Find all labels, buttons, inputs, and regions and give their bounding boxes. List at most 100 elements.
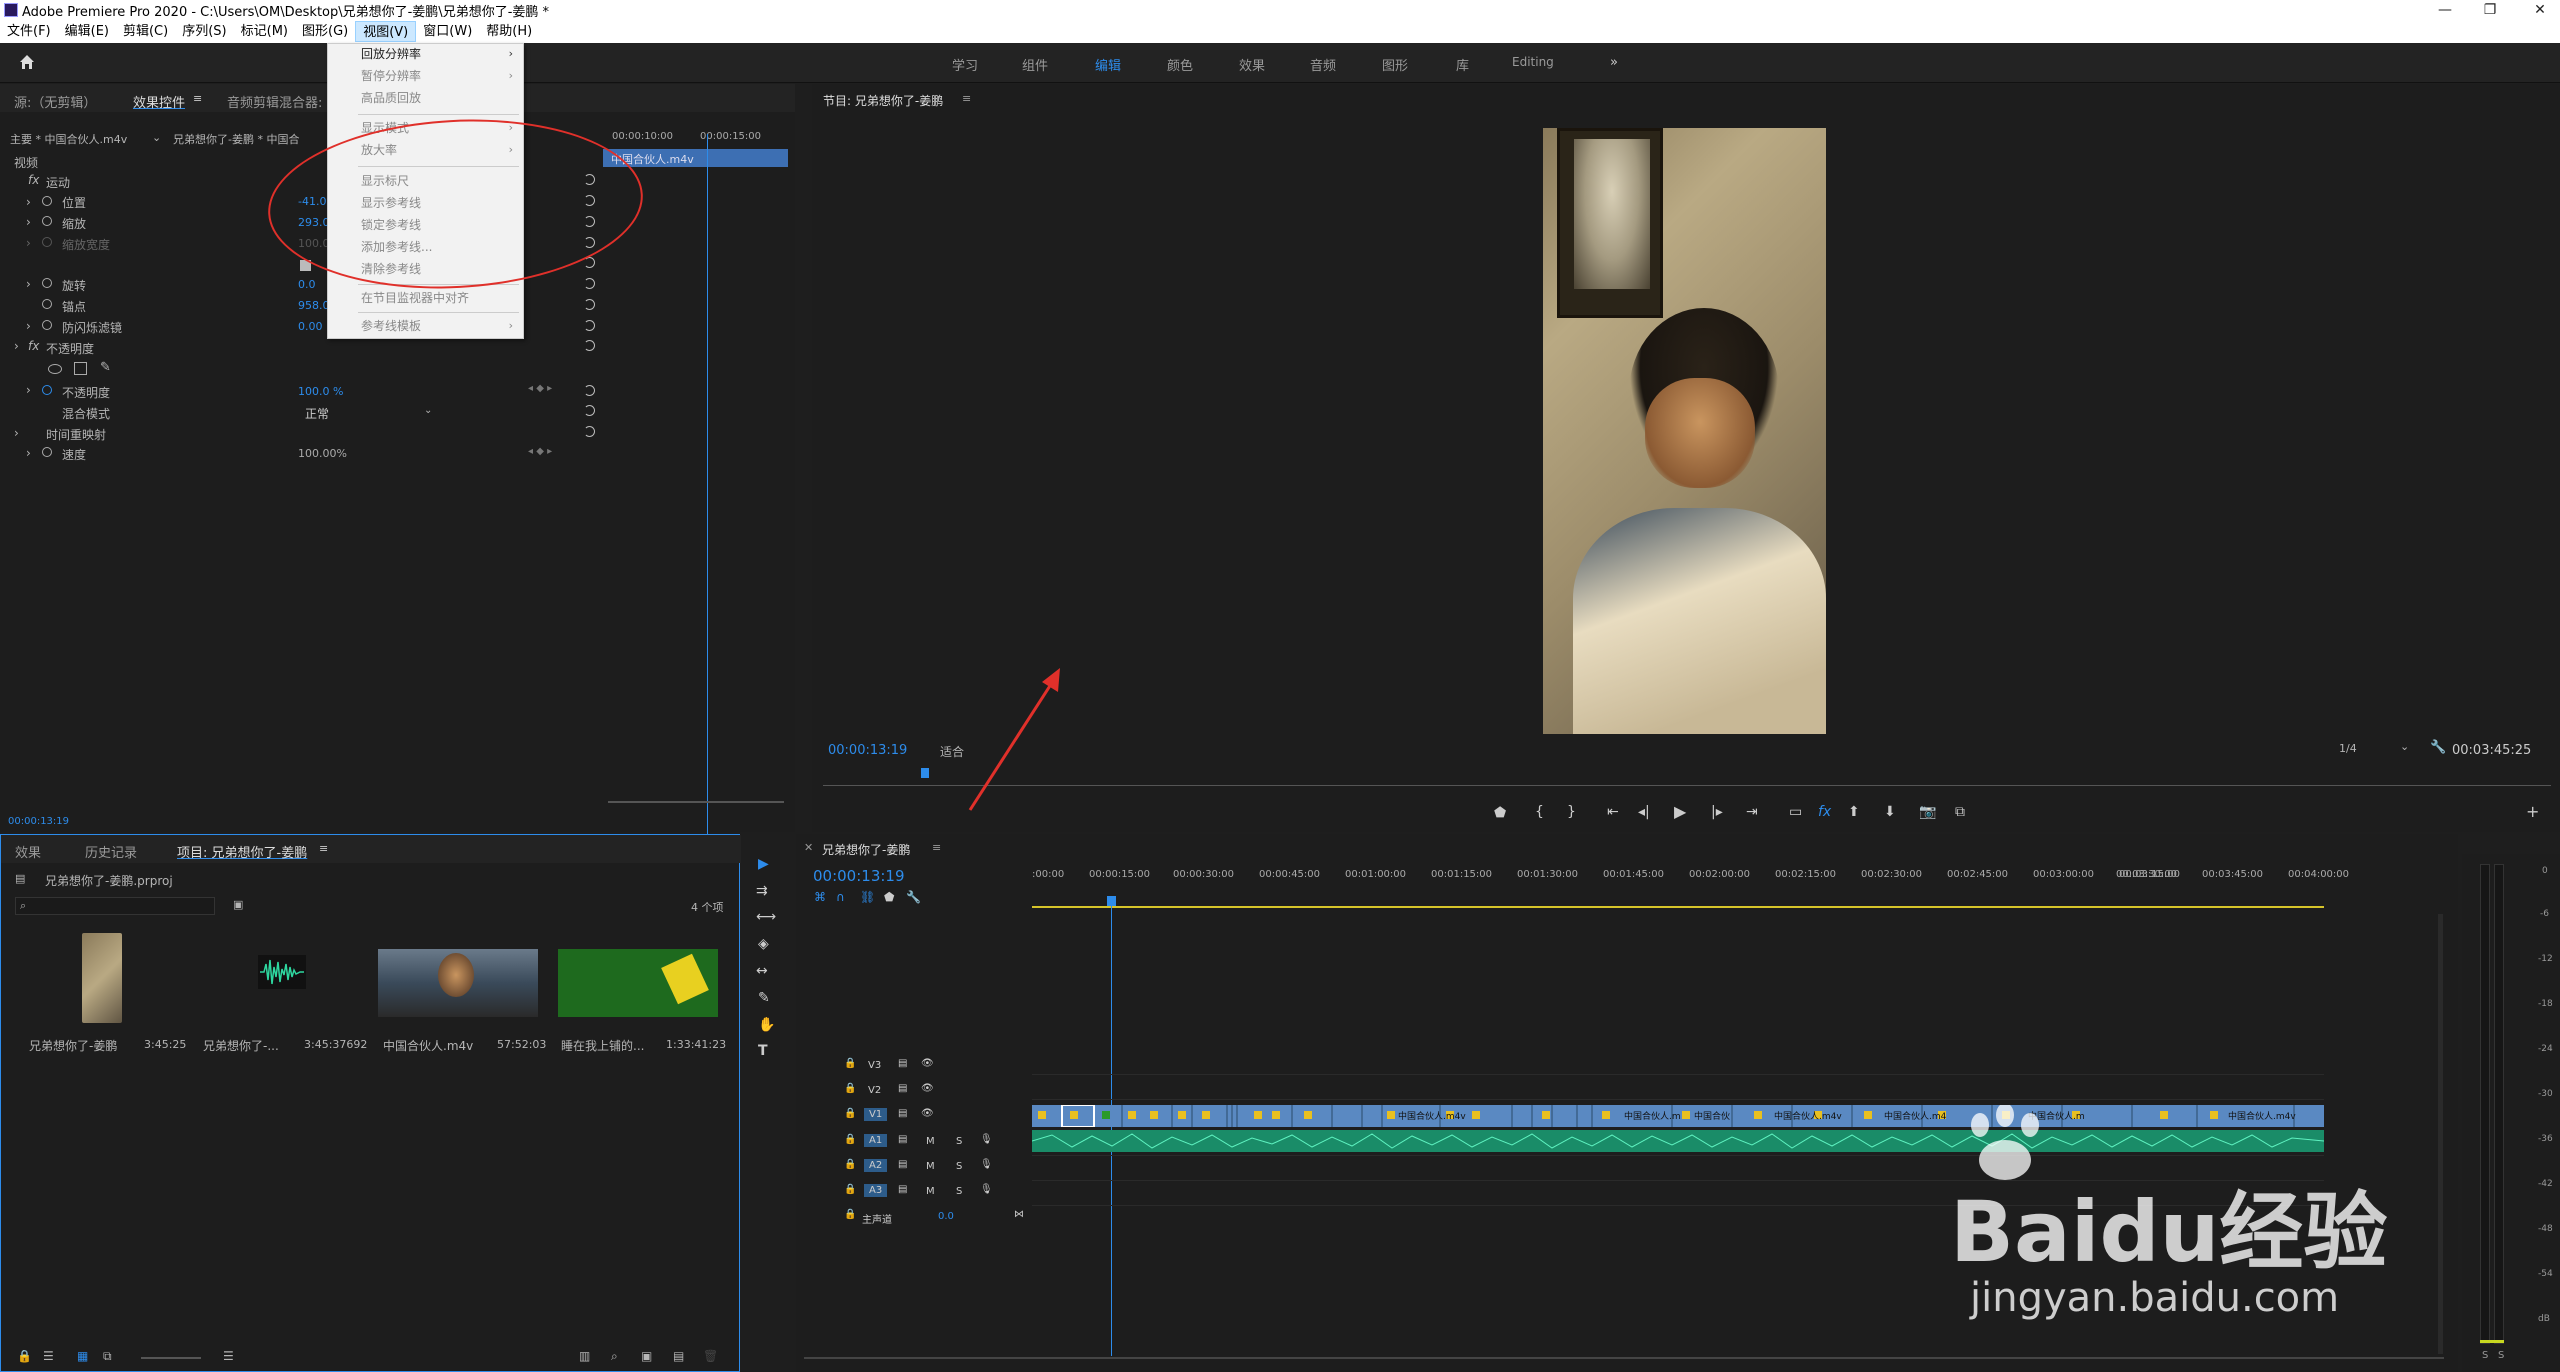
menu-item-paused-resolution[interactable]: 暂停分辨率 bbox=[361, 66, 421, 86]
eye-icon[interactable]: 👁 bbox=[921, 1083, 934, 1094]
solo-button[interactable]: S bbox=[956, 1161, 962, 1172]
fx-icon[interactable]: fx bbox=[28, 339, 39, 353]
freeform-view-icon[interactable]: ⧉ bbox=[103, 1349, 112, 1364]
icon-view-icon[interactable]: ▦ bbox=[77, 1349, 88, 1363]
workspace-color[interactable]: 颜色 bbox=[1167, 55, 1193, 74]
step-forward-icon[interactable]: |▸ bbox=[1711, 804, 1723, 820]
menu-item-high-quality[interactable]: 高品质回放 bbox=[361, 88, 421, 108]
lock-icon[interactable]: 🔒 bbox=[844, 1134, 856, 1145]
eye-icon[interactable]: 👁 bbox=[921, 1108, 934, 1119]
mark-in-icon[interactable]: { bbox=[1535, 804, 1544, 820]
menu-marker[interactable]: 标记(M) bbox=[234, 21, 295, 42]
collapse-icon[interactable]: ⋈ bbox=[1014, 1209, 1024, 1220]
add-marker-icon[interactable]: ⬟ bbox=[1494, 805, 1506, 821]
v1-clips[interactable]: 中国合伙人.m4v 中国合伙人.m 中国合伙 中国合伙人.m4v 中国合伙人.m… bbox=[1032, 1105, 2324, 1127]
lock-icon[interactable]: 🔒 bbox=[844, 1083, 856, 1094]
track-label-v2[interactable]: V2 bbox=[868, 1085, 881, 1096]
wrench-icon[interactable]: 🔧 bbox=[2430, 740, 2446, 755]
selection-tool-icon[interactable]: ▶ bbox=[758, 856, 769, 872]
menu-item-snap-in-program[interactable]: 在节目监视器中对齐 bbox=[361, 288, 469, 308]
reset-icon[interactable] bbox=[584, 278, 595, 289]
a1-audio-clip[interactable] bbox=[1032, 1130, 2324, 1152]
clip-bar[interactable]: 中国合伙人.m4v bbox=[603, 149, 788, 167]
automate-icon[interactable]: ▥ bbox=[579, 1349, 590, 1363]
linked-selection-icon[interactable]: ⛓ bbox=[860, 890, 875, 904]
stopwatch-icon[interactable] bbox=[42, 447, 52, 457]
panel-menu-icon[interactable]: ≡ bbox=[319, 842, 328, 855]
thumbnail-size-slider[interactable] bbox=[141, 1357, 201, 1359]
workspace-effects[interactable]: 效果 bbox=[1239, 55, 1265, 74]
step-back-icon[interactable]: ◂| bbox=[1638, 804, 1650, 820]
type-tool-icon[interactable]: T bbox=[758, 1043, 768, 1059]
safe-margins-icon[interactable]: ▭ bbox=[1789, 804, 1802, 820]
tab-project[interactable]: 项目: 兄弟想你了-姜鹏 bbox=[177, 842, 307, 861]
pen-tool-icon[interactable]: ✎ bbox=[758, 990, 770, 1006]
program-playhead[interactable] bbox=[921, 768, 929, 778]
mic-icon[interactable]: 🎙 bbox=[980, 1159, 993, 1170]
menu-sequence[interactable]: 序列(S) bbox=[175, 21, 233, 42]
time-ruler-right[interactable]: 00:03:30:00 00:03:45:00 00:04:00:00 bbox=[2116, 864, 2448, 894]
stopwatch-icon[interactable] bbox=[42, 278, 52, 288]
sync-lock-icon[interactable]: ▤ bbox=[898, 1159, 907, 1170]
reset-icon[interactable] bbox=[584, 340, 595, 351]
track-label-a3[interactable]: A3 bbox=[864, 1184, 888, 1197]
minimize-button[interactable]: — bbox=[2425, 0, 2465, 20]
camera-icon[interactable]: 📷 bbox=[1919, 804, 1936, 820]
new-bin-icon[interactable]: ▣ bbox=[233, 898, 243, 911]
timeline-hscroll[interactable] bbox=[804, 1357, 2444, 1359]
solo-left-button[interactable]: S bbox=[2482, 1350, 2488, 1361]
slip-tool-icon[interactable]: ↔ bbox=[756, 963, 768, 979]
list-view-icon[interactable]: ☰ bbox=[43, 1349, 54, 1363]
rect-mask-icon[interactable] bbox=[74, 362, 87, 375]
fx-icon[interactable]: fx bbox=[28, 173, 39, 187]
search-icon[interactable]: ⌕ bbox=[611, 1349, 618, 1364]
project-item[interactable] bbox=[196, 929, 371, 1033]
sequence-clip-label[interactable]: 兄弟想你了-姜鹏 * 中国合 bbox=[173, 131, 299, 147]
razor-tool-icon[interactable]: ◈ bbox=[758, 936, 769, 952]
go-to-in-icon[interactable]: ⇤ bbox=[1607, 804, 1619, 820]
ellipse-mask-icon[interactable] bbox=[48, 364, 62, 374]
mute-button[interactable]: M bbox=[926, 1136, 935, 1147]
menu-help[interactable]: 帮助(H) bbox=[479, 21, 539, 42]
track-select-tool-icon[interactable]: ⇉ bbox=[756, 883, 768, 899]
reset-icon[interactable] bbox=[584, 405, 595, 416]
workspace-audio[interactable]: 音频 bbox=[1310, 55, 1336, 74]
reset-icon[interactable] bbox=[584, 299, 595, 310]
close-tab-icon[interactable]: ✕ bbox=[804, 841, 813, 854]
rotation-value[interactable]: 0.0 bbox=[298, 278, 316, 291]
track-label-v1[interactable]: V1 bbox=[864, 1108, 888, 1121]
mark-out-icon[interactable]: } bbox=[1567, 804, 1576, 820]
home-icon[interactable] bbox=[18, 53, 36, 71]
new-bin-icon[interactable]: ▣ bbox=[641, 1349, 652, 1363]
compare-icon[interactable]: ⧉ bbox=[1955, 804, 1965, 820]
mute-button[interactable]: M bbox=[926, 1161, 935, 1172]
close-button[interactable]: ✕ bbox=[2520, 0, 2560, 20]
add-button-icon[interactable]: + bbox=[2526, 802, 2539, 821]
menu-view[interactable]: 视图(V) bbox=[355, 21, 417, 42]
chevron-down-icon[interactable]: ⌄ bbox=[2400, 740, 2409, 753]
program-scrub-bar[interactable] bbox=[823, 785, 2551, 786]
ripple-edit-tool-icon[interactable]: ⟷ bbox=[756, 909, 776, 925]
lock-icon[interactable]: 🔒 bbox=[844, 1159, 856, 1170]
keyframe-nav-icon[interactable]: ◂ ◆ ▸ bbox=[528, 383, 552, 394]
timeline-playhead-handle[interactable] bbox=[1107, 896, 1116, 906]
add-marker-icon[interactable]: ⬟ bbox=[884, 890, 894, 904]
fx-opacity[interactable]: 不透明度 bbox=[46, 340, 94, 357]
solo-button[interactable]: S bbox=[956, 1186, 962, 1197]
effect-timecode[interactable]: 00:00:13:19 bbox=[8, 816, 69, 827]
workspace-libraries[interactable]: 库 bbox=[1456, 55, 1469, 74]
program-timecode[interactable]: 00:00:13:19 bbox=[828, 743, 907, 758]
panel-menu-icon[interactable]: ≡ bbox=[962, 92, 971, 105]
stopwatch-icon[interactable] bbox=[42, 320, 52, 330]
lock-icon[interactable]: 🔒 bbox=[844, 1058, 856, 1069]
project-search-input[interactable]: ⌕ bbox=[15, 897, 215, 915]
lock-icon[interactable]: 🔒 bbox=[844, 1209, 856, 1220]
lock-icon[interactable]: 🔒 bbox=[844, 1184, 856, 1195]
play-icon[interactable]: ▶ bbox=[1674, 802, 1686, 821]
sort-icon[interactable]: ☰ bbox=[223, 1349, 234, 1363]
lock-icon[interactable]: 🔒 bbox=[17, 1349, 32, 1363]
snap-icon[interactable]: ∩ bbox=[836, 890, 845, 904]
mic-icon[interactable]: 🎙 bbox=[980, 1134, 993, 1145]
time-ruler[interactable]: :00:00 00:00:15:00 00:00:30:00 00:00:45:… bbox=[1032, 864, 2232, 894]
fx-motion[interactable]: 运动 bbox=[46, 174, 70, 191]
